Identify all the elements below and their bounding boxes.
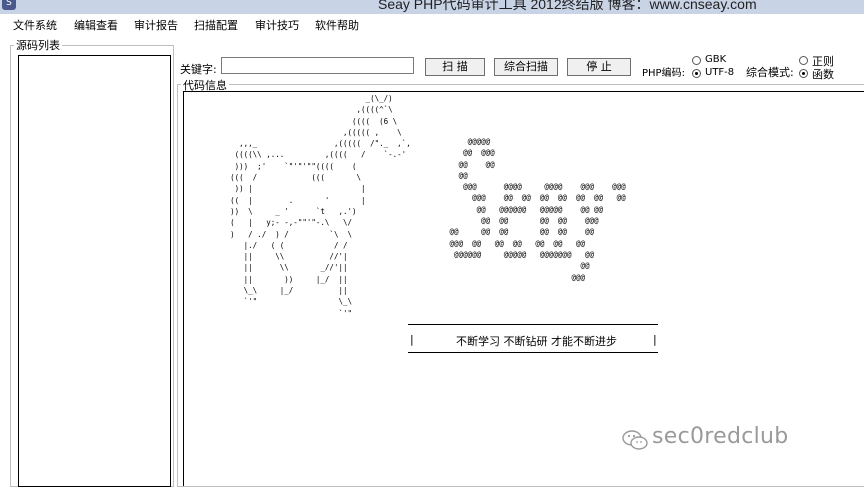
banner-bottom-rule — [408, 352, 658, 353]
source-list-title: 源码列表 — [14, 37, 62, 53]
radio-function[interactable] — [799, 69, 808, 78]
menu-audit-report[interactable]: 审计报告 — [134, 17, 178, 33]
radio-utf8[interactable] — [692, 69, 701, 78]
menu-audit-tips[interactable]: 审计技巧 — [255, 17, 299, 33]
seay-ascii-logo: @@@@@ @@ @@@ @@ @@ @@ @@@ @@@@ @@@@ @@@ … — [449, 137, 626, 282]
menu-scan-config[interactable]: 扫描配置 — [194, 17, 238, 33]
banner-left-bar: | — [410, 333, 414, 346]
banner-slogan: 不断学习 不断钻研 才能不断进步 — [456, 335, 617, 348]
watermark-text: sec0redclub — [652, 424, 789, 449]
window-title: Seay PHP代码审计工具 2012终结版 博客：www.cnseay.com — [378, 0, 757, 12]
scan-button[interactable]: 扫 描 — [425, 58, 485, 76]
menu-bar: 文件系统 编辑查看 审计报告 扫描配置 审计技巧 软件帮助 — [0, 14, 864, 36]
wechat-icon — [622, 430, 648, 450]
app-icon[interactable]: S — [2, 0, 16, 10]
radio-function-label[interactable]: 函数 — [812, 66, 834, 82]
menu-edit-view[interactable]: 编辑查看 — [74, 17, 118, 33]
banner-right-bar: | — [653, 333, 657, 346]
title-bar: S Seay PHP代码审计工具 2012终结版 博客：www.cnseay.c… — [0, 0, 864, 14]
banner-top-rule — [408, 324, 658, 325]
menu-file-system[interactable]: 文件系统 — [13, 17, 57, 33]
keyword-label: 关键字: — [180, 63, 217, 76]
radio-gbk[interactable] — [692, 56, 701, 65]
mode-label: 综合模式: — [746, 66, 794, 79]
radio-regex[interactable] — [799, 56, 808, 65]
php-encoding-label: PHP编码: — [642, 68, 685, 79]
horse-ascii-art: _(\_/) ,((((^`\ (((( (6 \ ,((((( , \ ,,,… — [230, 94, 411, 318]
menu-software-help[interactable]: 软件帮助 — [315, 17, 359, 33]
full-scan-button[interactable]: 综合扫描 — [494, 58, 558, 76]
stop-button[interactable]: 停 止 — [567, 58, 631, 76]
source-file-list[interactable] — [18, 55, 171, 487]
keyword-input[interactable] — [221, 57, 414, 74]
radio-utf8-label[interactable]: UTF-8 — [705, 67, 734, 78]
radio-gbk-label[interactable]: GBK — [705, 54, 726, 65]
